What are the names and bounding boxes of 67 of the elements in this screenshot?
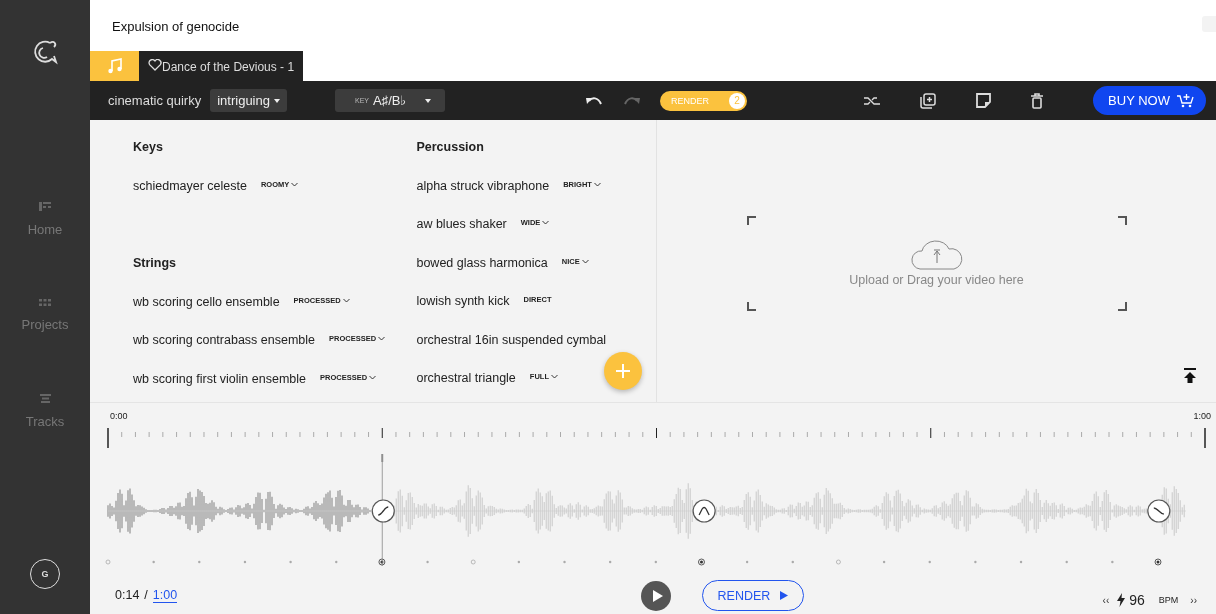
- chevron-icon: [581, 258, 589, 264]
- chevron-icon: [593, 181, 601, 187]
- play-button[interactable]: [641, 580, 671, 611]
- duration-link[interactable]: 1:00: [152, 587, 178, 603]
- instrument-name: orchestral triangle: [416, 371, 516, 386]
- tempo-unit: BPM: [1158, 595, 1179, 605]
- note-button[interactable]: [975, 93, 991, 109]
- plus-icon: [616, 364, 630, 379]
- scroll-top-button[interactable]: [1184, 368, 1196, 386]
- buy-now-button[interactable]: BUY NOW: [1093, 86, 1206, 116]
- instrument-name: wb scoring cello ensemble: [133, 294, 280, 309]
- music-note-icon: [107, 58, 122, 75]
- transition-marker[interactable]: [371, 499, 395, 523]
- tempo-value: 96: [1129, 592, 1145, 608]
- section-heading: Strings: [133, 256, 177, 271]
- arrow-to-top-icon: [1184, 368, 1196, 383]
- upload-hint: Upload or Drag your video here: [849, 273, 1024, 287]
- instrument-name: alpha struck vibraphone: [416, 178, 550, 193]
- style-label: cinematic quirky: [108, 93, 202, 109]
- chevron-icon: [378, 336, 386, 342]
- instrument-name: aw blues shaker: [416, 217, 507, 232]
- duplicate-button[interactable]: [919, 92, 936, 109]
- duplicate-icon: [919, 92, 936, 109]
- time-label: 0:00: [110, 411, 128, 423]
- playhead[interactable]: [381, 453, 384, 567]
- crossfade-button[interactable]: [863, 95, 880, 106]
- heart-icon: [148, 58, 162, 71]
- count-badge: 2: [728, 92, 745, 109]
- crossfade-icon: [863, 95, 880, 106]
- tab[interactable]: [90, 51, 139, 82]
- undo-button[interactable]: [585, 95, 602, 106]
- tempo-up-button[interactable]: ››: [1190, 594, 1197, 606]
- lightning-icon: [1117, 593, 1126, 607]
- cart-icon: [1177, 93, 1194, 109]
- tempo-down-button[interactable]: ‹‹: [1102, 594, 1110, 606]
- list-icon: [39, 394, 51, 403]
- instrument-name: wb scoring contrabass ensemble: [133, 333, 316, 348]
- trash-icon: [1030, 92, 1043, 109]
- chevron-icon: [342, 297, 350, 303]
- grid-icon: [39, 299, 51, 306]
- instrument-name: bowed glass harmonica: [416, 255, 548, 270]
- section-heading: Percussion: [416, 140, 484, 155]
- instrument-name: wb scoring first violin ensemble: [133, 371, 306, 386]
- tab[interactable]: Dance of the Devious - 1: [139, 51, 304, 82]
- play-icon: [780, 591, 789, 600]
- transition-marker[interactable]: [692, 499, 716, 523]
- delete-button[interactable]: [1030, 92, 1043, 109]
- sticky-note-icon: [975, 93, 991, 109]
- time-label: 1:00: [1193, 411, 1211, 423]
- redo-icon: [623, 95, 640, 106]
- instrument-name: orchestral 16in suspended cymbal: [416, 332, 607, 347]
- chevron-icon: [542, 220, 550, 226]
- section-heading: Keys: [133, 140, 163, 155]
- instrument-name: schiedmayer celeste: [133, 178, 247, 193]
- home-icon: [39, 202, 51, 211]
- mood-dropdown[interactable]: intriguing: [210, 89, 287, 113]
- chevron-icon: [369, 374, 377, 380]
- chevron-icon: [551, 374, 558, 380]
- instrument-name: lowish synth kick: [416, 294, 510, 309]
- chevron-icon: [291, 181, 299, 187]
- time-separator: /: [144, 588, 148, 602]
- play-icon: [652, 589, 663, 602]
- transition-marker[interactable]: [1147, 499, 1171, 523]
- project-title: Expulsion of genocide: [112, 19, 240, 34]
- cloud-upload-icon: [909, 239, 964, 270]
- undo-icon: [585, 95, 602, 106]
- current-time: 0:14: [115, 588, 140, 602]
